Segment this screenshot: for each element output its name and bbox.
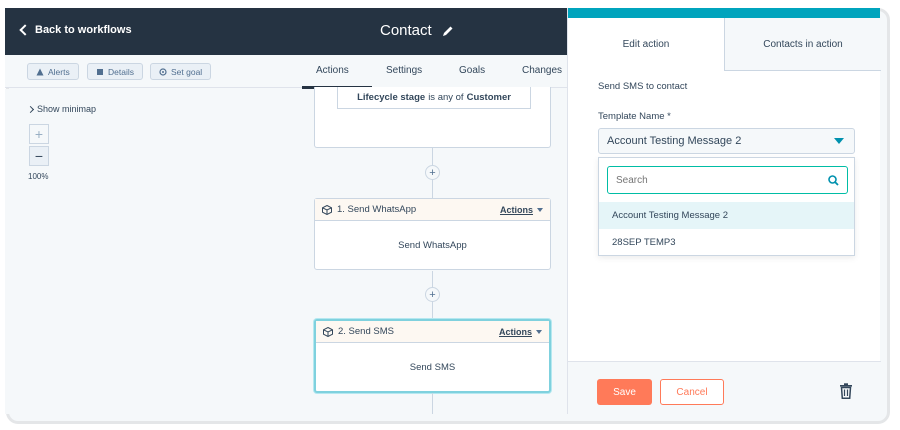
cube-icon xyxy=(323,326,333,337)
template-option[interactable]: Account Testing Message 2 xyxy=(599,202,854,229)
chevron-left-icon xyxy=(19,24,31,36)
target-icon xyxy=(159,67,167,76)
set-goal-button[interactable]: Set goal xyxy=(150,63,212,80)
tab-goals[interactable]: Goals xyxy=(459,65,485,76)
zoom-level: 100% xyxy=(28,172,49,181)
panel-tabs: Edit action Contacts in action xyxy=(568,18,881,71)
minimap-label: Show minimap xyxy=(37,104,97,114)
action-card-header: 1. Send WhatsApp Actions xyxy=(315,199,550,221)
add-action-button[interactable]: + xyxy=(425,287,440,302)
zoom-out-button[interactable]: − xyxy=(29,146,49,166)
action-card-send-sms[interactable]: 2. Send SMS Actions Send SMS xyxy=(314,319,551,393)
action-type-label: Send SMS to contact xyxy=(598,81,688,92)
trigger-property: Lifecycle stage xyxy=(357,92,426,103)
workflow-canvas[interactable]: Show minimap + − 100% Lifecycle stage is… xyxy=(5,87,567,414)
action-title: 2. Send SMS xyxy=(338,326,394,337)
actions-dropdown[interactable]: Actions xyxy=(499,327,542,337)
action-card-send-whatsapp[interactable]: 1. Send WhatsApp Actions Send WhatsApp xyxy=(314,198,551,270)
connector-line xyxy=(432,393,433,414)
tab-edit-action[interactable]: Edit action xyxy=(568,18,725,71)
selected-template: Account Testing Message 2 xyxy=(607,135,742,147)
trigger-value: Customer xyxy=(466,92,511,103)
template-name-select[interactable]: Account Testing Message 2 xyxy=(598,128,855,154)
back-to-workflows-link[interactable]: Back to workflows xyxy=(19,24,132,36)
trigger-filter: Lifecycle stage is any of Customer xyxy=(337,87,531,109)
chevron-right-icon xyxy=(26,105,35,113)
template-name-label: Template Name * xyxy=(598,111,671,122)
caret-down-icon xyxy=(834,138,844,144)
action-card-body: Send WhatsApp xyxy=(398,239,467,251)
template-option[interactable]: 28SEP TEMP3 xyxy=(599,229,854,256)
details-icon xyxy=(97,68,103,75)
workflow-toolbar: Alerts Details Set goal Actions Settings… xyxy=(5,55,567,89)
actions-label: Actions xyxy=(498,326,532,337)
panel-footer: Save Cancel xyxy=(568,361,881,414)
zoom-in-button[interactable]: + xyxy=(29,124,49,144)
edit-action-panel: Edit action Contacts in action Send SMS … xyxy=(567,8,881,414)
trash-icon[interactable] xyxy=(839,383,853,399)
warning-icon xyxy=(36,68,44,75)
template-search-box[interactable] xyxy=(607,166,848,194)
details-button[interactable]: Details xyxy=(87,63,143,80)
trigger-operator: is any of xyxy=(428,92,464,103)
workflow-title: Contact xyxy=(380,22,454,39)
action-title: 1. Send WhatsApp xyxy=(337,204,417,215)
template-dropdown-menu: Account Testing Message 2 28SEP TEMP3 xyxy=(598,157,855,256)
cancel-button[interactable]: Cancel xyxy=(660,379,724,405)
panel-accent-bar xyxy=(568,8,880,18)
caret-down-icon xyxy=(536,329,542,334)
tab-actions[interactable]: Actions xyxy=(316,65,349,76)
actions-label: Actions xyxy=(499,204,533,215)
tab-contacts-in-action[interactable]: Contacts in action xyxy=(725,18,881,71)
actions-dropdown[interactable]: Actions xyxy=(500,205,543,215)
cube-icon xyxy=(322,204,332,215)
tab-settings[interactable]: Settings xyxy=(386,65,422,76)
set-goal-label: Set goal xyxy=(171,66,203,77)
show-minimap-toggle[interactable]: Show minimap xyxy=(26,104,97,114)
action-card-body: Send SMS xyxy=(409,361,456,373)
back-label: Back to workflows xyxy=(35,24,132,36)
caret-down-icon xyxy=(537,207,543,212)
action-card-header: 2. Send SMS Actions xyxy=(316,321,549,343)
template-search-input[interactable] xyxy=(616,174,806,186)
tab-changes[interactable]: Changes xyxy=(522,65,562,76)
details-label: Details xyxy=(108,66,134,77)
add-action-button[interactable]: + xyxy=(425,165,440,180)
enrollment-trigger-card[interactable]: Lifecycle stage is any of Customer xyxy=(314,87,551,148)
alerts-button[interactable]: Alerts xyxy=(27,63,79,80)
workflow-title-text: Contact xyxy=(380,22,432,39)
pencil-icon[interactable] xyxy=(442,25,454,37)
search-icon xyxy=(828,174,839,186)
workflow-header: Back to workflows Contact xyxy=(5,8,567,55)
save-button[interactable]: Save xyxy=(597,379,652,405)
alerts-label: Alerts xyxy=(48,66,70,77)
